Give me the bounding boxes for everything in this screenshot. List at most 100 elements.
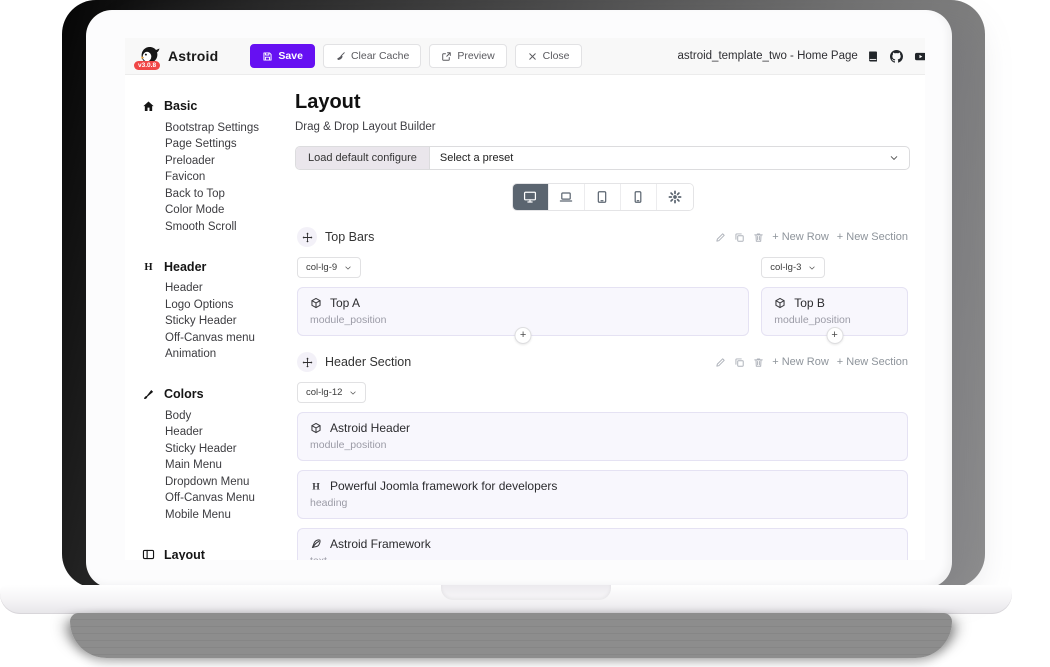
sidebar-item[interactable]: Bootstrap Settings <box>142 120 283 137</box>
sidebar-item[interactable]: Page Settings <box>142 137 283 154</box>
new-section-link[interactable]: + New Section <box>837 356 908 368</box>
sidebar-item[interactable]: Header <box>142 281 283 298</box>
column-size-select[interactable]: col-lg-12 <box>297 382 366 403</box>
youtube-icon[interactable] <box>914 50 925 63</box>
sidebar-item[interactable]: Color Mode <box>142 203 283 220</box>
mobile-icon <box>631 190 645 204</box>
element-card[interactable]: Astroid Header module_position <box>297 412 908 461</box>
device-button-tablet[interactable] <box>585 184 621 210</box>
sidebar-item[interactable]: Favicon <box>142 170 283 187</box>
topbar-icons <box>866 49 925 64</box>
sidebar-section-label: Layout <box>164 548 205 561</box>
preset-select[interactable]: Select a preset <box>430 147 909 169</box>
sidebar-item[interactable]: Preloader <box>142 153 283 170</box>
pencil-icon[interactable] <box>715 357 726 368</box>
document-title: astroid_template_two - Home Page <box>678 50 858 62</box>
sidebar-item[interactable]: Mobile Menu <box>142 507 283 524</box>
load-default-configure-button[interactable]: Load default configure <box>296 147 430 169</box>
sidebar-section-head[interactable]: Layout <box>142 548 283 561</box>
move-handle[interactable] <box>297 352 317 372</box>
element-type: text <box>310 555 895 560</box>
element-type: module_position <box>774 314 895 326</box>
chevron-down-icon <box>808 264 816 272</box>
sidebar-section-head[interactable]: Colors <box>142 387 283 401</box>
add-element-button[interactable]: + <box>826 327 843 344</box>
tablet-icon <box>595 190 609 204</box>
section-title: Top Bars <box>325 230 374 244</box>
move-icon <box>302 232 313 243</box>
main-panel: Layout Drag & Drop Layout Builder Load d… <box>283 75 925 560</box>
sidebar-item[interactable]: Off-Canvas Menu <box>142 491 283 508</box>
new-row-link[interactable]: + New Row <box>772 231 829 243</box>
laptop-icon <box>559 190 573 204</box>
layout-row: col-lg-12 Astroid Header module_position… <box>297 382 908 560</box>
cube-icon <box>774 297 786 309</box>
sidebar-section-head[interactable]: H Header <box>142 260 283 274</box>
app-screen: Astroid v3.0.8 Save Clear Cache Preview … <box>125 38 925 560</box>
device-button-desktop[interactable] <box>513 184 549 210</box>
sidebar-item[interactable]: Smooth Scroll <box>142 219 283 236</box>
move-handle[interactable] <box>297 227 317 247</box>
layout-icon <box>142 548 155 560</box>
sidebar-item[interactable]: Main Menu <box>142 458 283 475</box>
close-button[interactable]: Close <box>515 44 582 68</box>
chevron-down-icon <box>349 389 357 397</box>
preset-select-value: Select a preset <box>440 152 513 164</box>
add-element-button[interactable]: + <box>515 327 532 344</box>
github-icon[interactable] <box>890 50 903 63</box>
device-button-gear[interactable] <box>657 184 693 210</box>
page-subtitle: Drag & Drop Layout Builder <box>295 121 910 133</box>
sidebar-item[interactable]: Back to Top <box>142 186 283 203</box>
sidebar-item[interactable]: Dropdown Menu <box>142 474 283 491</box>
section-title: Header Section <box>325 355 411 369</box>
section-header: Header Section + New Row + New Section <box>297 352 908 372</box>
element-title: Astroid Header <box>330 421 410 435</box>
book-icon[interactable] <box>866 50 879 63</box>
cube-icon <box>310 422 322 434</box>
close-icon <box>527 51 538 62</box>
heading-h-icon: H <box>142 260 155 273</box>
sidebar-item[interactable]: Body <box>142 408 283 425</box>
sidebar-item[interactable]: Sticky Header <box>142 441 283 458</box>
element-type: module_position <box>310 439 895 451</box>
clear-cache-button[interactable]: Clear Cache <box>323 44 421 68</box>
column-size-select[interactable]: col-lg-3 <box>761 257 825 278</box>
preview-button[interactable]: Preview <box>429 44 506 68</box>
save-button[interactable]: Save <box>250 44 315 68</box>
copy-icon[interactable] <box>734 232 745 243</box>
trash-icon[interactable] <box>753 232 764 243</box>
element-type: module_position <box>310 314 736 326</box>
device-button-mobile[interactable] <box>621 184 657 210</box>
device-button-laptop[interactable] <box>549 184 585 210</box>
settings-sidebar: Basic Bootstrap SettingsPage SettingsPre… <box>125 75 283 560</box>
preset-group: Load default configure Select a preset <box>295 146 910 170</box>
page-title: Layout <box>295 91 910 114</box>
element-card[interactable]: H Powerful Joomla framework for develope… <box>297 470 908 519</box>
move-icon <box>302 357 313 368</box>
section-header: Top Bars + New Row + New Section <box>297 227 908 247</box>
sidebar-item[interactable]: Sticky Header <box>142 314 283 331</box>
new-row-link[interactable]: + New Row <box>772 356 829 368</box>
external-link-icon <box>441 51 452 62</box>
pencil-icon[interactable] <box>715 232 726 243</box>
sidebar-section-head[interactable]: Basic <box>142 99 283 113</box>
sidebar-item[interactable]: Logo Options <box>142 297 283 314</box>
laptop-shadow <box>70 613 952 658</box>
sidebar-item[interactable]: Header <box>142 425 283 442</box>
sidebar-section: Basic Bootstrap SettingsPage SettingsPre… <box>142 99 283 236</box>
element-card[interactable]: Astroid Framework text <box>297 528 908 560</box>
layout-section: Top Bars + New Row + New Section col-lg-… <box>297 227 908 336</box>
sidebar-item[interactable]: Off-Canvas menu <box>142 330 283 347</box>
element-title: Top B <box>794 296 825 310</box>
column-size-select[interactable]: col-lg-9 <box>297 257 361 278</box>
copy-icon[interactable] <box>734 357 745 368</box>
trash-icon[interactable] <box>753 357 764 368</box>
astroid-logo[interactable]: Astroid v3.0.8 <box>135 44 222 68</box>
element-title: Powerful Joomla framework for developers <box>330 479 557 493</box>
new-section-link[interactable]: + New Section <box>837 231 908 243</box>
home-icon <box>142 100 155 113</box>
brush-icon <box>142 388 155 401</box>
sidebar-item[interactable]: Animation <box>142 347 283 364</box>
app-topbar: Astroid v3.0.8 Save Clear Cache Preview … <box>125 38 925 75</box>
gear-icon <box>668 190 682 204</box>
